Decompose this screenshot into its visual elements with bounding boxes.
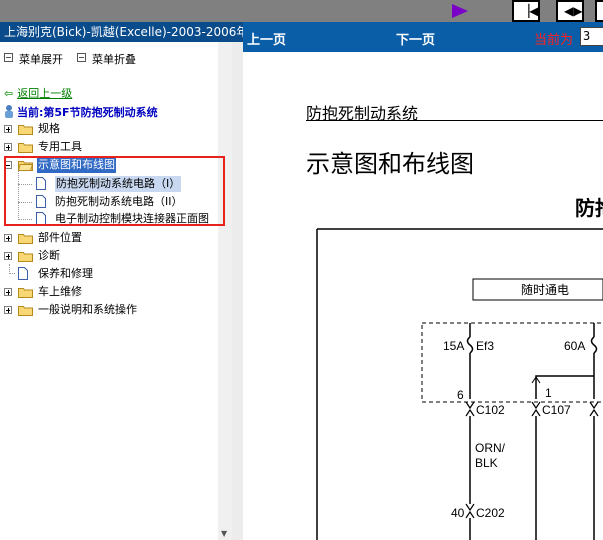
diagram-frame bbox=[316, 228, 603, 540]
manual-title: 上海别克(Bick)-凯越(Excelle)-2003-2006年款 bbox=[0, 22, 243, 42]
back-arrow-icon: ⇦ bbox=[4, 87, 14, 100]
tree-item-label: 保养和修理 bbox=[38, 267, 93, 280]
folder-icon bbox=[18, 252, 33, 262]
tree-item-label: 专用工具 bbox=[38, 140, 82, 153]
connector-c202-symbol bbox=[465, 510, 475, 519]
folder-icon bbox=[18, 234, 33, 244]
menu-expand-button[interactable]: 菜单展开 bbox=[4, 51, 63, 67]
connector-c102-label: C102 bbox=[476, 403, 505, 417]
page-navigation-bar: 上一页 下一页 当前为 3 bbox=[243, 22, 603, 52]
connector-symbol bbox=[589, 401, 599, 410]
current-page-input[interactable]: 3 bbox=[580, 27, 603, 46]
connector-c107-label: C107 bbox=[542, 403, 571, 417]
folder-icon bbox=[18, 288, 33, 298]
tree-item-label: 一般说明和系统操作 bbox=[38, 303, 137, 316]
tree-item-label: 规格 bbox=[38, 122, 60, 135]
tree-line bbox=[9, 273, 15, 274]
expand-icon bbox=[4, 53, 13, 62]
connector-c102-symbol bbox=[465, 401, 475, 410]
previous-page-icon[interactable]: ◀▶ bbox=[556, 0, 584, 22]
user-icon bbox=[5, 105, 13, 118]
menu-collapse-label: 菜单折叠 bbox=[92, 53, 136, 66]
first-page-icon[interactable]: ▕◀ bbox=[512, 0, 540, 22]
current-section: 当前:第5F节防抱死制动系统 bbox=[4, 104, 158, 120]
connector-c202-symbol bbox=[465, 503, 475, 512]
top-toolbar: ▕◀ ◀▶ bbox=[0, 0, 603, 22]
expand-plus-icon[interactable] bbox=[4, 143, 12, 151]
previous-page-link[interactable]: 上一页 bbox=[247, 29, 286, 48]
wire-color-label: BLK bbox=[475, 456, 498, 470]
highlight-box bbox=[4, 156, 225, 226]
fuse-block-outline bbox=[421, 322, 603, 403]
connector-c202-label: C202 bbox=[476, 506, 505, 520]
connector-c107-symbol bbox=[531, 408, 541, 417]
tree-item-label: 车上维修 bbox=[38, 285, 82, 298]
wiring-diagram: 随时通电 15A Ef3 60A 1 6 C102 C107 ORN/ BLK … bbox=[316, 228, 603, 540]
expand-plus-icon[interactable] bbox=[4, 288, 12, 296]
tree-item-label: 部件位置 bbox=[38, 231, 82, 244]
connector-c107-symbol bbox=[531, 401, 541, 410]
document-viewer: 防抱死制动系统 示意图和布线图 防抱 随时通电 15A Ef3 60A 1 6 … bbox=[243, 52, 603, 540]
pin-1-label: 1 bbox=[545, 386, 552, 400]
tree-item-label: 诊断 bbox=[38, 249, 60, 262]
scroll-down-icon[interactable]: ▼ bbox=[221, 529, 227, 538]
tree-scrollbar[interactable]: ▼ bbox=[218, 42, 232, 540]
play-icon[interactable] bbox=[452, 4, 468, 18]
folder-icon bbox=[18, 125, 33, 135]
expand-plus-icon[interactable] bbox=[4, 252, 12, 260]
panel-divider[interactable] bbox=[232, 42, 243, 540]
fuse-60a-symbol bbox=[590, 336, 598, 354]
connector-symbol bbox=[589, 408, 599, 417]
document-icon bbox=[18, 267, 28, 280]
expand-plus-icon[interactable] bbox=[4, 306, 12, 314]
next-page-link[interactable]: 下一页 bbox=[396, 29, 435, 48]
current-section-label: 当前:第5F节防抱死制动系统 bbox=[17, 106, 158, 119]
fuse-ef3-rating: 15A bbox=[443, 339, 464, 353]
hot-at-all-times-label: 随时通电 bbox=[521, 282, 569, 297]
back-link[interactable]: ⇦ 返回上一级 bbox=[4, 85, 72, 101]
folder-icon bbox=[18, 143, 33, 153]
next-page-icon[interactable] bbox=[595, 0, 603, 22]
expand-plus-icon[interactable] bbox=[4, 234, 12, 242]
fuse-ef3-symbol bbox=[466, 336, 474, 354]
fuse-60a-rating: 60A bbox=[564, 339, 585, 353]
collapse-icon bbox=[77, 53, 86, 62]
current-page-label: 当前为 bbox=[534, 33, 574, 48]
expand-plus-icon[interactable] bbox=[4, 125, 12, 133]
menu-collapse-button[interactable]: 菜单折叠 bbox=[77, 51, 136, 67]
wire-color-label: ORN/ bbox=[475, 441, 506, 455]
pin-6-label: 6 bbox=[457, 388, 464, 402]
connector-c102-symbol bbox=[465, 408, 475, 417]
fuse-ef3-name: Ef3 bbox=[476, 339, 494, 353]
folder-icon bbox=[18, 306, 33, 316]
back-link-label: 返回上一级 bbox=[17, 87, 73, 100]
pin-40-label: 40 bbox=[451, 506, 465, 520]
menu-expand-label: 菜单展开 bbox=[19, 53, 63, 66]
